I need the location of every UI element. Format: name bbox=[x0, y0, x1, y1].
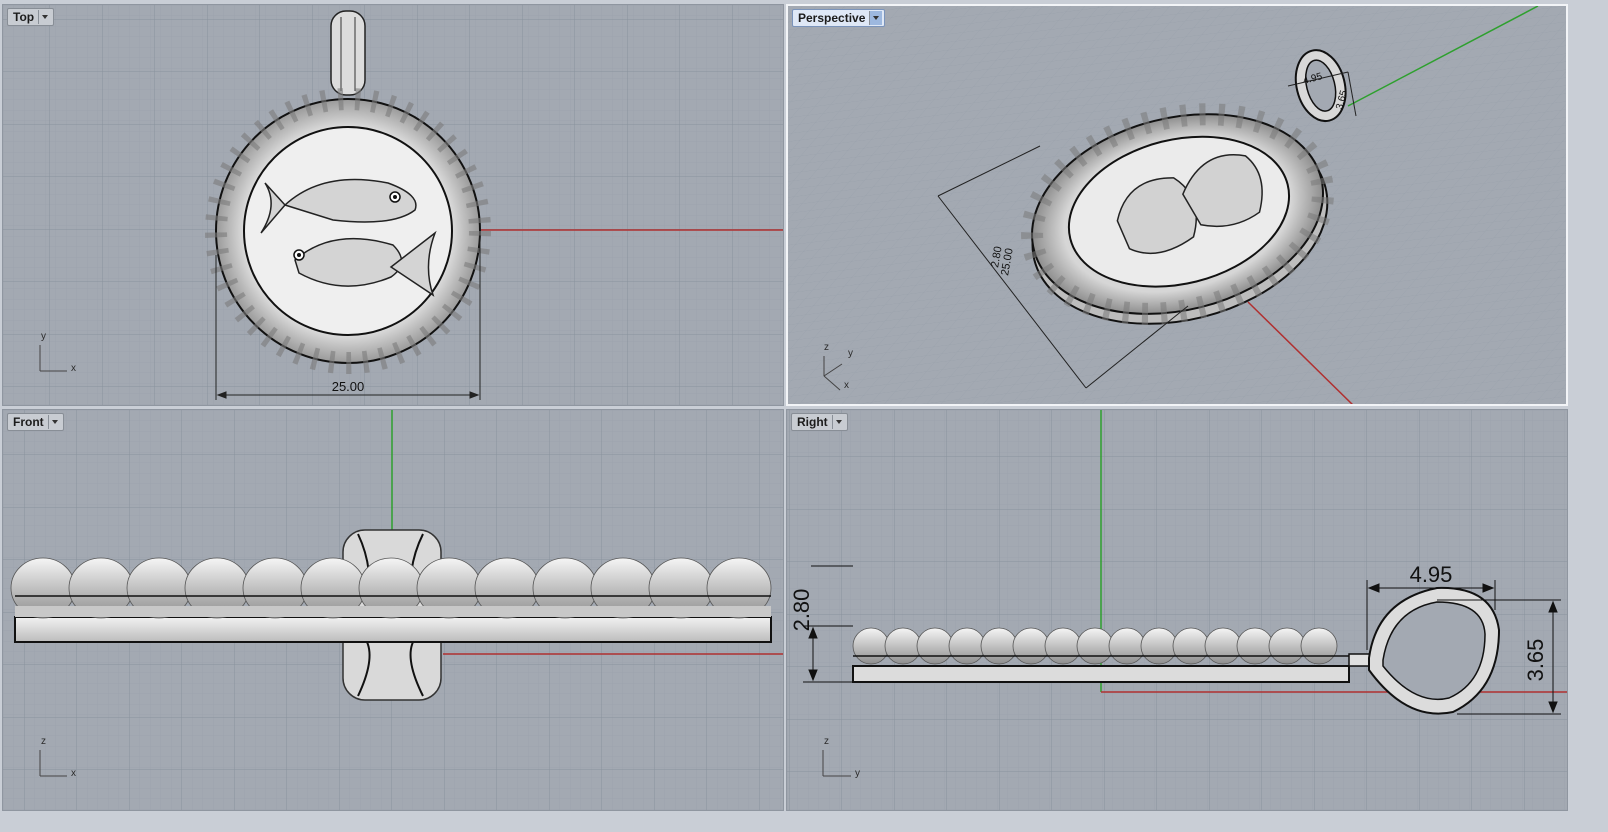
axis-label-y: y bbox=[855, 768, 860, 779]
dimension-label: 3.65 bbox=[1523, 639, 1548, 682]
dimension-label: 25.00 bbox=[332, 379, 365, 394]
viewport-title: Right bbox=[797, 415, 828, 429]
axis-label-x: x bbox=[71, 768, 76, 779]
viewport-label-right[interactable]: Right bbox=[791, 413, 848, 431]
axis-label-z: z bbox=[824, 342, 829, 353]
right-canvas: 2.80 4.95 3.65 bbox=[787, 410, 1567, 810]
chevron-down-icon[interactable] bbox=[831, 415, 845, 429]
axis-label-y: y bbox=[41, 331, 46, 342]
viewport-title: Front bbox=[13, 415, 44, 429]
viewport-front[interactable]: Front z x bbox=[2, 409, 784, 811]
viewport-label-perspective[interactable]: Perspective bbox=[792, 9, 886, 27]
viewport-top[interactable]: Top 25.00 y x bbox=[2, 4, 784, 406]
viewport-title: Top bbox=[13, 10, 35, 24]
chevron-down-icon[interactable] bbox=[47, 415, 61, 429]
axis-label-x: x bbox=[71, 363, 76, 374]
axis-label-z: z bbox=[41, 736, 46, 747]
viewport-right[interactable]: Right 2.80 4.95 3.65 z y bbox=[786, 409, 1568, 811]
front-canvas bbox=[3, 410, 783, 810]
axis-label-x: x bbox=[844, 380, 849, 391]
viewport-label-top[interactable]: Top bbox=[7, 8, 55, 26]
top-canvas: 25.00 bbox=[3, 5, 783, 405]
dimension-label: 4.95 bbox=[1410, 562, 1453, 587]
chevron-down-icon[interactable] bbox=[869, 11, 883, 25]
viewport-title: Perspective bbox=[798, 11, 866, 25]
perspective-canvas: 25.00 2.80 4.95 3.65 bbox=[788, 6, 1566, 404]
axis-label-y: y bbox=[848, 348, 853, 359]
axis-label-z: z bbox=[824, 736, 829, 747]
viewport-label-front[interactable]: Front bbox=[7, 413, 64, 431]
chevron-down-icon[interactable] bbox=[38, 10, 51, 24]
dimension-label: 2.80 bbox=[789, 589, 814, 632]
viewport-perspective[interactable]: Perspective 25.00 2.80 4.95 3.65 z y x bbox=[786, 4, 1568, 406]
